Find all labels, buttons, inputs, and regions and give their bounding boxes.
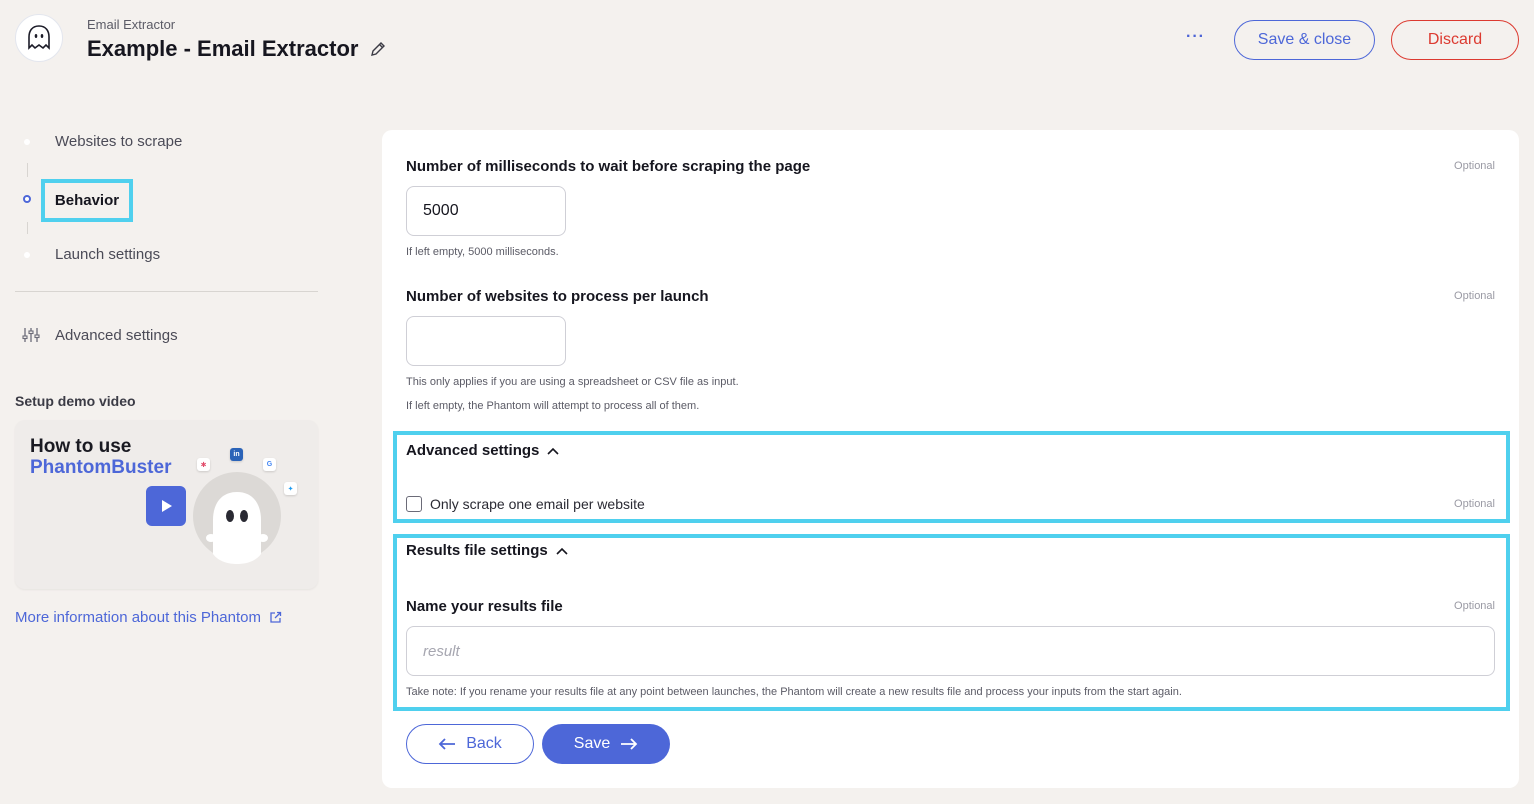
save-button[interactable]: Save	[542, 724, 670, 764]
websites-per-launch-label: Number of websites to process per launch	[406, 288, 709, 305]
video-title-line2: PhantomBuster	[30, 457, 172, 478]
sidebar-advanced-label: Advanced settings	[55, 326, 178, 344]
results-file-note: Take note: If you rename your results fi…	[406, 686, 1182, 698]
step-connector	[27, 163, 28, 177]
step-connector	[27, 222, 28, 234]
back-button-label: Back	[466, 735, 502, 752]
pencil-icon[interactable]	[369, 40, 389, 60]
websites-per-launch-input[interactable]	[406, 316, 566, 366]
one-email-checkbox-row[interactable]: Only scrape one email per website	[406, 496, 645, 512]
optional-tag: Optional	[1454, 290, 1495, 302]
phantom-logo	[15, 14, 63, 62]
demo-video-card[interactable]: How to use PhantomBuster ✱ in G ✦	[15, 420, 318, 589]
back-button[interactable]: Back	[406, 724, 534, 764]
twitter-logo-icon: ✦	[284, 482, 297, 495]
one-email-checkbox[interactable]	[406, 496, 422, 512]
wait-ms-label: Number of milliseconds to wait before sc…	[406, 158, 811, 175]
chevron-up-icon	[556, 547, 568, 555]
step-dot-active	[23, 195, 31, 203]
save-button-label: Save	[573, 735, 611, 752]
arrow-left-icon	[438, 738, 456, 750]
results-settings-title: Results file settings	[406, 542, 548, 559]
linkedin-logo-icon: in	[230, 448, 243, 461]
websites-hint-1: This only applies if you are using a spr…	[406, 376, 739, 388]
sidebar-divider	[15, 291, 318, 292]
step-launch-settings[interactable]: Launch settings	[55, 246, 160, 263]
optional-tag: Optional	[1454, 600, 1495, 612]
external-link-icon	[270, 611, 282, 623]
settings-panel: Number of milliseconds to wait before sc…	[382, 130, 1519, 788]
video-title-line1: How to use	[30, 436, 132, 457]
results-file-input[interactable]	[406, 626, 1495, 676]
sliders-icon	[22, 328, 40, 342]
advanced-settings-title: Advanced settings	[406, 442, 540, 459]
save-close-button[interactable]: Save & close	[1234, 20, 1375, 60]
slack-logo-icon: ✱	[197, 458, 210, 471]
step-dot-done	[24, 139, 30, 145]
sidebar-advanced-settings[interactable]: Advanced settings	[22, 326, 178, 344]
step-behavior-label: Behavior	[54, 192, 120, 209]
wait-ms-hint: If left empty, 5000 milliseconds.	[406, 246, 559, 258]
more-info-label: More information about this Phantom	[15, 609, 261, 626]
arrow-right-icon	[621, 738, 638, 750]
optional-tag: Optional	[1454, 498, 1495, 510]
results-settings-toggle[interactable]: Results file settings	[406, 542, 568, 559]
step-websites-to-scrape[interactable]: Websites to scrape	[55, 133, 182, 150]
advanced-settings-toggle[interactable]: Advanced settings	[406, 442, 559, 459]
websites-hint-2: If left empty, the Phantom will attempt …	[406, 400, 700, 412]
discard-button[interactable]: Discard	[1391, 20, 1519, 60]
step-dot-pending	[24, 252, 30, 258]
wait-ms-input[interactable]	[406, 186, 566, 236]
app-name: Email Extractor	[87, 17, 176, 32]
optional-tag: Optional	[1454, 160, 1495, 172]
results-file-label: Name your results file	[406, 598, 563, 615]
results-settings-highlight	[393, 534, 1510, 711]
more-options-button[interactable]: ···	[1186, 28, 1205, 46]
demo-video-title: Setup demo video	[15, 393, 136, 409]
play-icon	[162, 500, 172, 512]
step-behavior[interactable]: Behavior	[41, 179, 133, 222]
more-info-link[interactable]: More information about this Phantom	[15, 609, 282, 626]
ghost-mascot-icon	[206, 492, 268, 564]
one-email-checkbox-label: Only scrape one email per website	[430, 496, 645, 512]
play-button[interactable]	[146, 486, 186, 526]
google-logo-icon: G	[263, 458, 276, 471]
chevron-up-icon	[547, 447, 559, 455]
page-title: Example - Email Extractor	[87, 36, 359, 61]
ghost-icon	[28, 25, 50, 50]
